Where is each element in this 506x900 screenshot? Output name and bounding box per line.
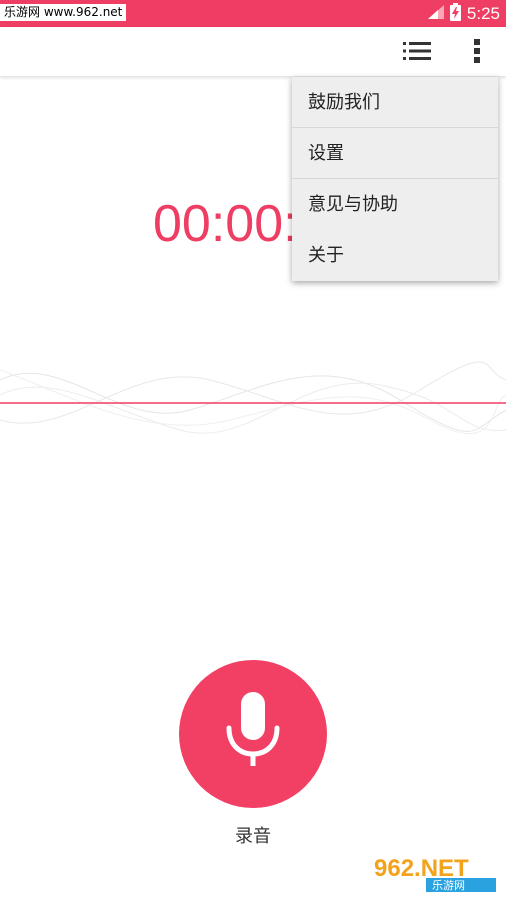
battery-charging-icon [449, 2, 461, 25]
microphone-icon [223, 692, 283, 776]
clock-time: 5:25 [466, 3, 500, 23]
signal-icon [427, 4, 444, 23]
more-vert-icon [473, 39, 481, 67]
menu-item-settings[interactable]: 设置 [292, 128, 498, 179]
svg-text:962.NET: 962.NET [374, 855, 469, 882]
list-icon [403, 41, 431, 65]
watermark-text: 乐游网 www.962.net [0, 4, 127, 21]
recordings-list-button[interactable] [400, 36, 434, 70]
menu-item-about[interactable]: 关于 [292, 230, 498, 281]
recording-timer: 00:00: [153, 195, 298, 253]
record-button[interactable] [179, 660, 327, 808]
app-toolbar [0, 27, 506, 77]
status-icons: 5:25 [427, 0, 500, 27]
more-options-button[interactable] [460, 36, 494, 70]
app-screen: 乐游网 www.962.net 5:25 00:00: 鼓励我们 设置 意见与协… [0, 0, 506, 900]
overflow-menu: 鼓励我们 设置 意见与协助 关于 [292, 77, 498, 281]
svg-text:乐游网: 乐游网 [432, 879, 465, 892]
site-logo: 962.NET 乐游网 [366, 848, 500, 896]
record-label: 录音 [235, 826, 271, 847]
waveform-visualization [0, 361, 506, 435]
status-bar: 乐游网 www.962.net 5:25 [0, 0, 506, 27]
menu-item-encourage[interactable]: 鼓励我们 [292, 77, 498, 128]
menu-item-feedback[interactable]: 意见与协助 [292, 179, 498, 230]
